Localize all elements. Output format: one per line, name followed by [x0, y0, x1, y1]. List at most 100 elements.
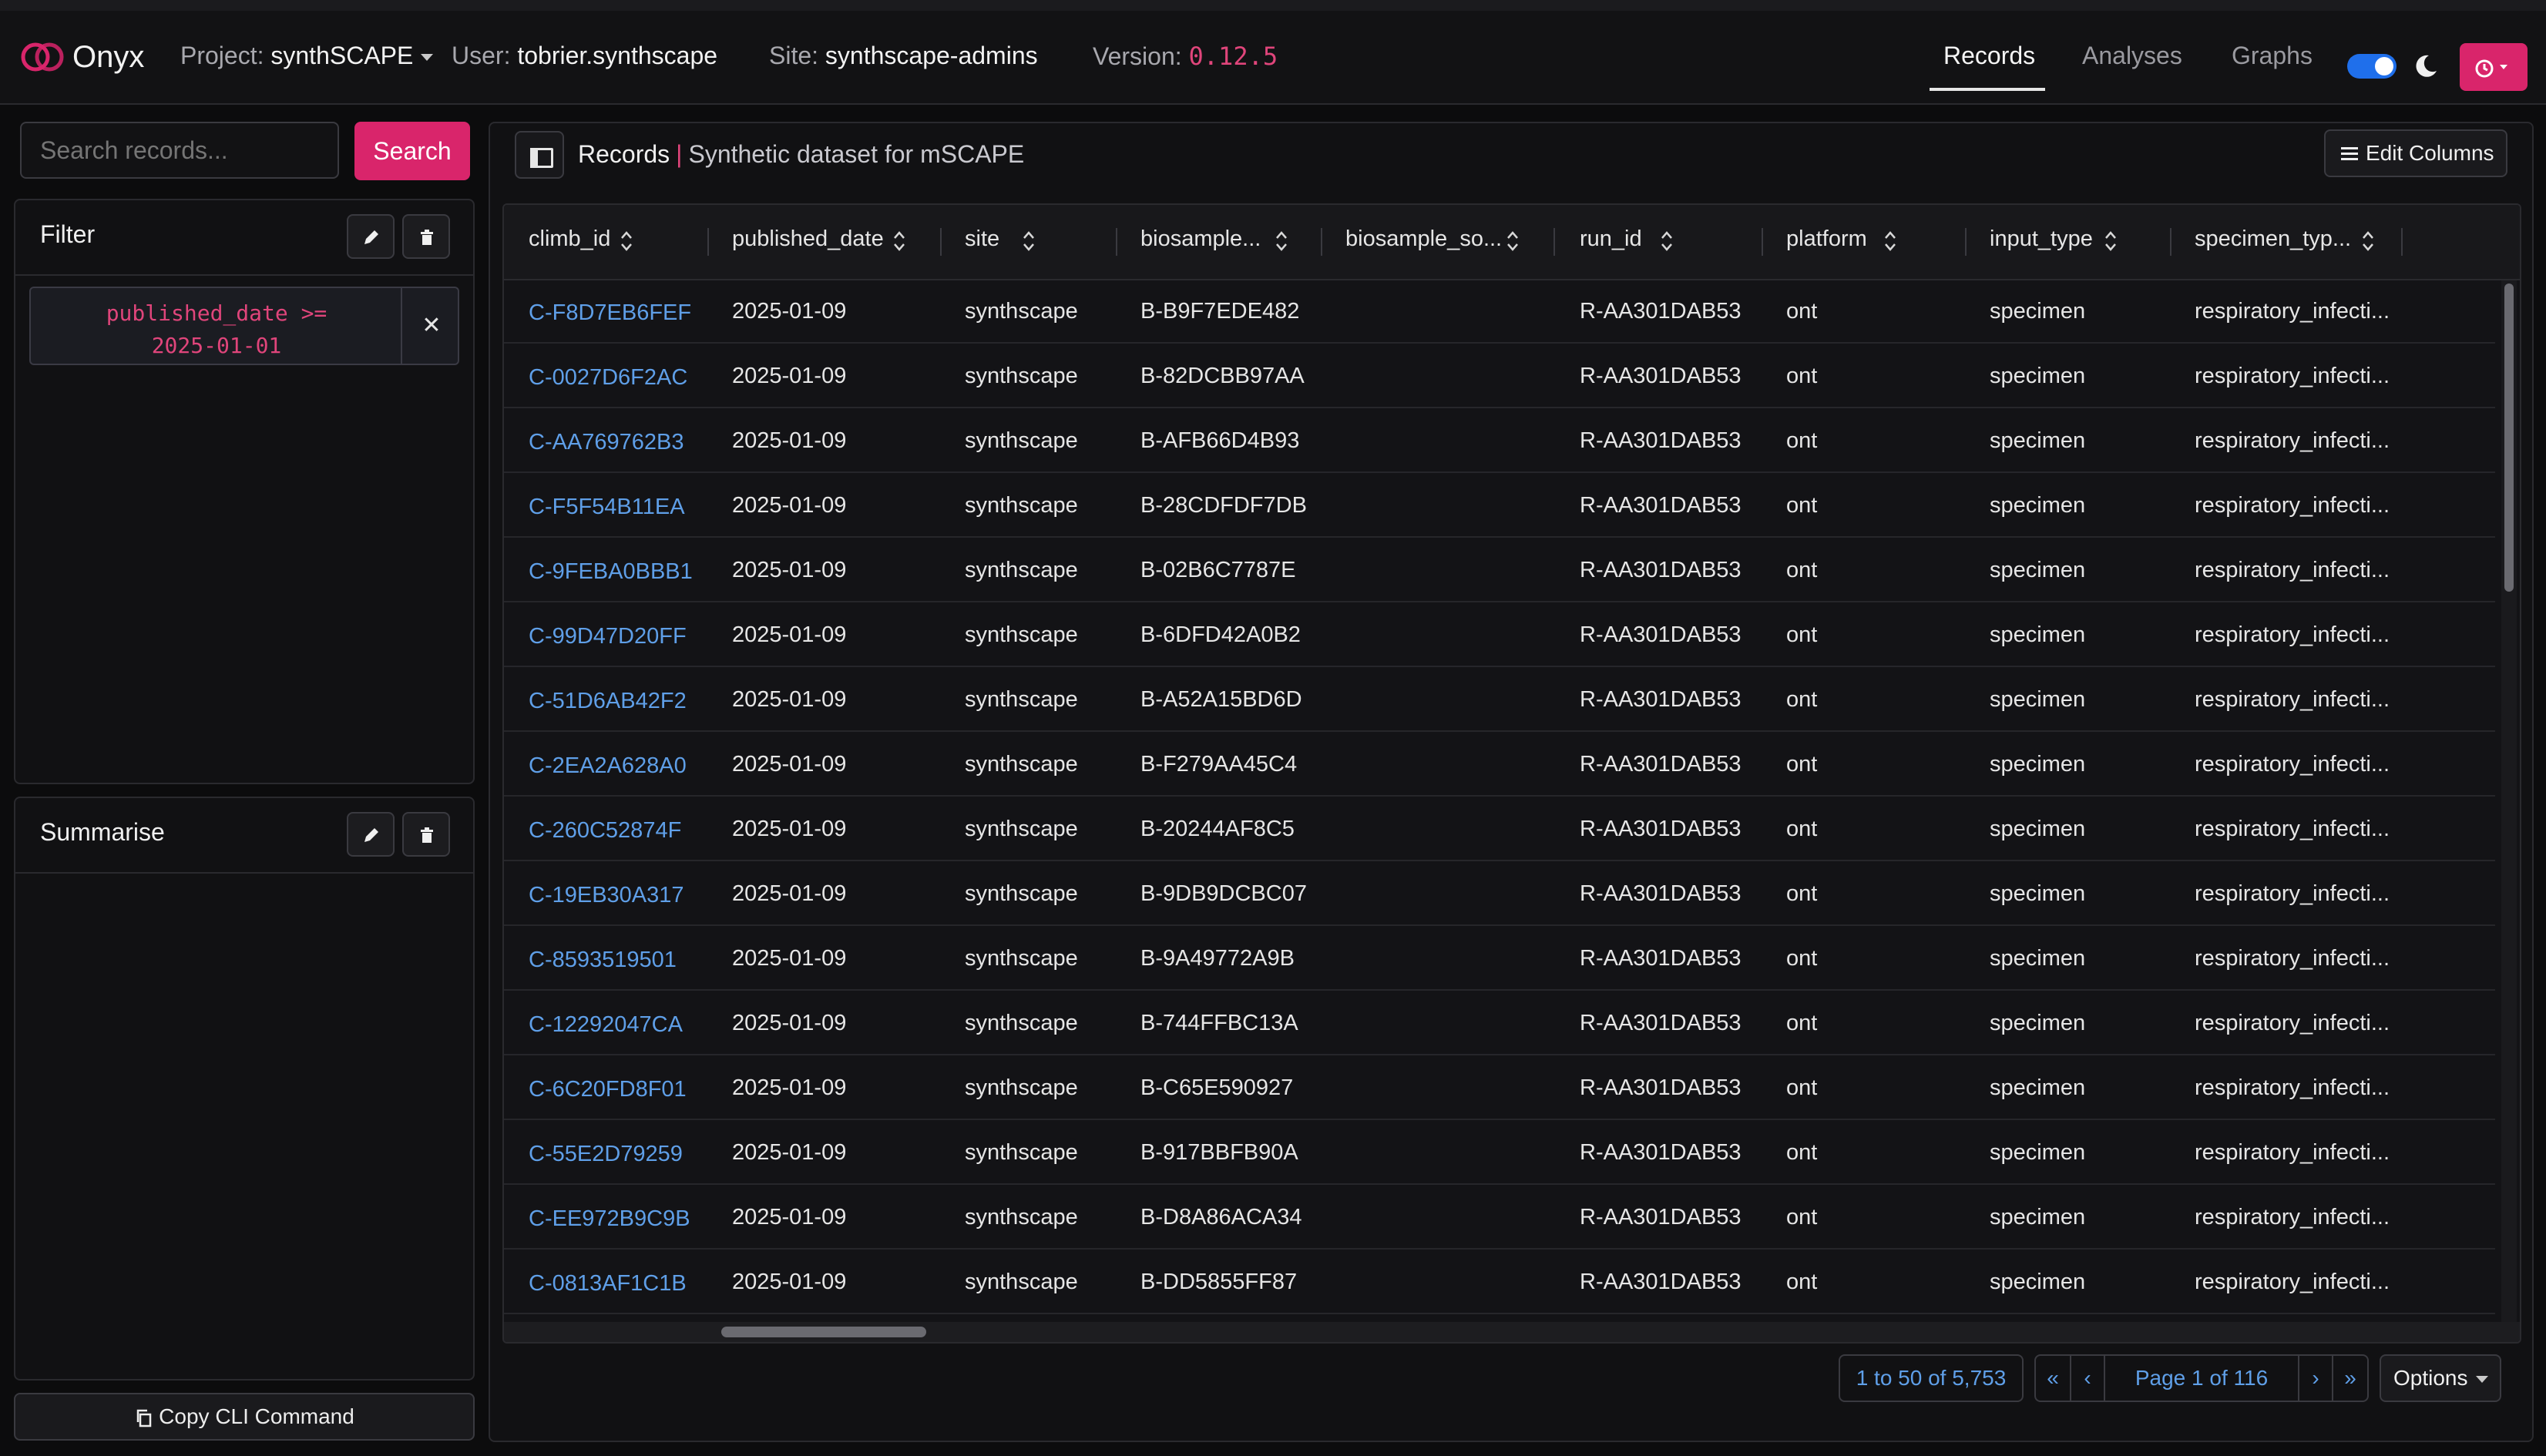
- sidebar-toggle-button[interactable]: [515, 131, 564, 179]
- first-page-button[interactable]: «: [2036, 1356, 2071, 1401]
- table-row[interactable]: C-99D47D20FF 2025-01-09 synthscape B-6DFD42…: [504, 602, 2495, 667]
- column-header-5[interactable]: run_id: [1580, 226, 1642, 252]
- sort-icon[interactable]: [1883, 230, 1897, 253]
- sort-icon[interactable]: [620, 230, 633, 253]
- last-page-button[interactable]: »: [2333, 1356, 2367, 1401]
- climb-id-link[interactable]: C-AA769762B3: [529, 430, 684, 455]
- climb-id-link[interactable]: C-F5F54B11EA: [529, 495, 685, 520]
- remove-filter-icon[interactable]: ✕: [401, 288, 461, 364]
- table-cell: specimen: [1990, 428, 2086, 453]
- climb-id-link[interactable]: C-0027D6F2AC: [529, 365, 687, 391]
- climb-id-link[interactable]: C-51D6AB42F2: [529, 689, 687, 714]
- project-selector[interactable]: Project: synthSCAPE: [180, 42, 434, 70]
- table-row[interactable]: C-12292047CA 2025-01-09 synthscape B-744FFB…: [504, 991, 2495, 1055]
- table-row[interactable]: C-9FEBA0BBB1 2025-01-09 synthscape B-02B6C7…: [504, 538, 2495, 602]
- sort-icon[interactable]: [892, 230, 906, 253]
- vertical-scrollbar[interactable]: [2501, 280, 2517, 1328]
- column-resize-handle[interactable]: [1965, 228, 1967, 256]
- edit-summarise-button[interactable]: [347, 812, 395, 857]
- prev-page-button[interactable]: ‹: [2071, 1356, 2105, 1401]
- table-row[interactable]: C-F8D7EB6FEF 2025-01-09 synthscape B-B9F7ED…: [504, 279, 2495, 344]
- nav-link-analyses[interactable]: Analyses: [2082, 42, 2182, 70]
- column-resize-handle[interactable]: [2401, 228, 2403, 256]
- table-row[interactable]: C-EE972B9C9B 2025-01-09 synthscape B-D8A86A…: [504, 1185, 2495, 1250]
- search-input[interactable]: [20, 122, 339, 179]
- table-row[interactable]: C-6C20FD8F01 2025-01-09 synthscape B-C65E59…: [504, 1055, 2495, 1120]
- version-info: Version: 0.12.5: [1093, 42, 1278, 71]
- table-row[interactable]: C-AA769762B3 2025-01-09 synthscape B-AFB66D…: [504, 408, 2495, 473]
- options-dropdown-button[interactable]: Options: [2380, 1354, 2501, 1402]
- column-header-8[interactable]: specimen_typ...: [2195, 226, 2351, 252]
- nav-link-graphs[interactable]: Graphs: [2232, 42, 2313, 70]
- horizontal-scrollbar[interactable]: [504, 1322, 2520, 1342]
- column-resize-handle[interactable]: [1116, 228, 1117, 256]
- column-header-3[interactable]: biosample...: [1140, 226, 1261, 252]
- sort-icon[interactable]: [1660, 230, 1674, 253]
- table-cell: 2025-01-09: [732, 1205, 847, 1230]
- table-row[interactable]: C-19EB30A317 2025-01-09 synthscape B-9DB9DC…: [504, 861, 2495, 926]
- table-cell: B-20244AF8C5: [1140, 817, 1295, 841]
- column-header-7[interactable]: input_type: [1990, 226, 2093, 252]
- table-cell: R-AA301DAB53: [1580, 558, 1742, 582]
- table-row[interactable]: C-0027D6F2AC 2025-01-09 synthscape B-82DCBB…: [504, 344, 2495, 408]
- table-cell: ont: [1786, 1011, 1818, 1035]
- climb-id-link[interactable]: C-EE972B9C9B: [529, 1206, 690, 1232]
- table-row[interactable]: C-F5F54B11EA 2025-01-09 synthscape B-28CDFD…: [504, 473, 2495, 538]
- delete-summarise-button[interactable]: [402, 812, 450, 857]
- table-cell: respiratory_infecti...: [2195, 1270, 2390, 1294]
- next-page-button[interactable]: ›: [2299, 1356, 2333, 1401]
- table-row[interactable]: C-51D6AB42F2 2025-01-09 synthscape B-A52A15…: [504, 667, 2495, 732]
- column-resize-handle[interactable]: [2170, 228, 2171, 256]
- climb-id-link[interactable]: C-99D47D20FF: [529, 624, 687, 649]
- climb-id-link[interactable]: C-2EA2A628A0: [529, 753, 687, 779]
- copy-cli-command-button[interactable]: Copy CLI Command: [14, 1393, 475, 1441]
- climb-id-link[interactable]: C-6C20FD8F01: [529, 1077, 687, 1102]
- climb-id-link[interactable]: C-55E2D79259: [529, 1142, 683, 1167]
- column-resize-handle[interactable]: [1762, 228, 1763, 256]
- climb-id-link[interactable]: C-0813AF1C1B: [529, 1271, 687, 1297]
- vertical-scroll-thumb[interactable]: [2504, 283, 2514, 592]
- horizontal-scroll-thumb[interactable]: [721, 1327, 926, 1337]
- sort-icon[interactable]: [1275, 230, 1288, 253]
- column-header-6[interactable]: platform: [1786, 226, 1867, 252]
- brand-name[interactable]: Onyx: [72, 40, 144, 75]
- column-header-0[interactable]: climb_id: [529, 226, 610, 252]
- onyx-logo-icon[interactable]: [20, 42, 65, 72]
- edit-columns-button[interactable]: Edit Columns: [2324, 129, 2507, 177]
- column-resize-handle[interactable]: [1553, 228, 1555, 256]
- table-row[interactable]: C-0813AF1C1B 2025-01-09 synthscape B-DD5855…: [504, 1250, 2495, 1314]
- edit-filter-button[interactable]: [347, 214, 395, 259]
- column-resize-handle[interactable]: [940, 228, 942, 256]
- sort-icon[interactable]: [2104, 230, 2118, 253]
- sort-icon[interactable]: [1506, 230, 1520, 253]
- delete-filter-button[interactable]: [402, 214, 450, 259]
- table-row[interactable]: C-260C52874F 2025-01-09 synthscape B-20244A…: [504, 797, 2495, 861]
- history-dropdown-button[interactable]: [2460, 43, 2528, 91]
- project-value: synthSCAPE: [270, 42, 414, 69]
- table-row[interactable]: C-2EA2A628A0 2025-01-09 synthscape B-F279AA…: [504, 732, 2495, 797]
- dark-mode-toggle[interactable]: [2347, 54, 2397, 79]
- table-cell: B-A52A15BD6D: [1140, 687, 1302, 712]
- climb-id-link[interactable]: C-8593519501: [529, 948, 677, 973]
- climb-id-link[interactable]: C-9FEBA0BBB1: [529, 559, 693, 585]
- table-row[interactable]: C-55E2D79259 2025-01-09 synthscape B-917BBF…: [504, 1120, 2495, 1185]
- column-header-4[interactable]: biosample_so...: [1345, 226, 1502, 252]
- column-resize-handle[interactable]: [1321, 228, 1322, 256]
- table-cell: synthscape: [965, 1205, 1078, 1230]
- column-header-1[interactable]: published_date: [732, 226, 884, 252]
- sort-icon[interactable]: [2361, 230, 2375, 253]
- filter-chip[interactable]: published_date >= 2025-01-01 ✕: [29, 287, 459, 365]
- climb-id-link[interactable]: C-19EB30A317: [529, 883, 684, 908]
- chevron-down-icon: [2475, 1376, 2488, 1384]
- climb-id-link[interactable]: C-260C52874F: [529, 818, 681, 844]
- nav-link-records[interactable]: Records: [1943, 42, 2035, 70]
- column-header-2[interactable]: site: [965, 226, 999, 252]
- column-resize-handle[interactable]: [707, 228, 709, 256]
- table-cell: synthscape: [965, 687, 1078, 712]
- search-button[interactable]: Search: [354, 122, 470, 180]
- table-row[interactable]: C-8593519501 2025-01-09 synthscape B-9A4977…: [504, 926, 2495, 991]
- table-cell: 2025-01-09: [732, 428, 847, 453]
- climb-id-link[interactable]: C-F8D7EB6FEF: [529, 300, 691, 326]
- sort-icon[interactable]: [1022, 230, 1036, 253]
- climb-id-link[interactable]: C-12292047CA: [529, 1012, 683, 1038]
